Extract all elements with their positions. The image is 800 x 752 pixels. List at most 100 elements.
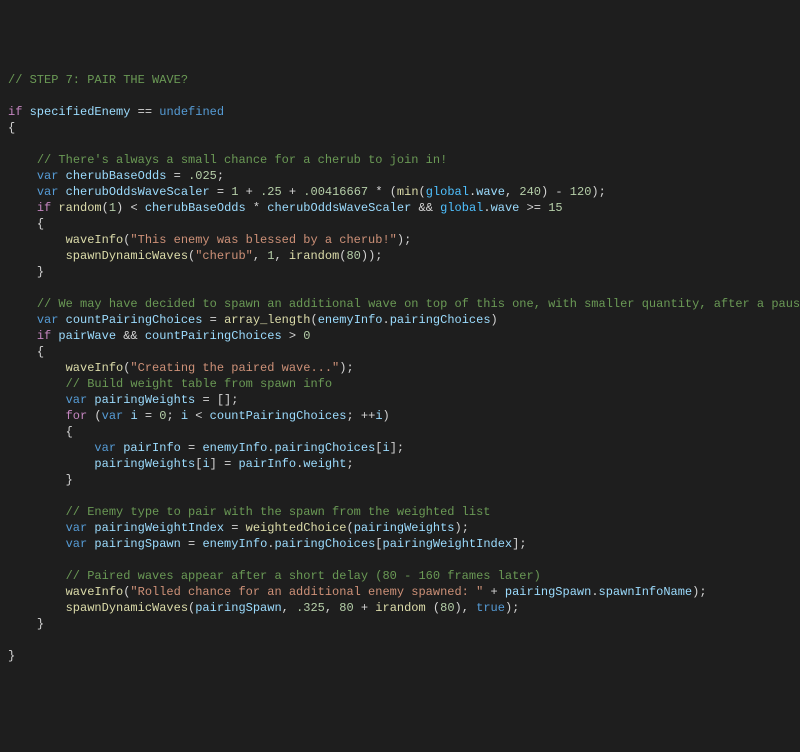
identifier: pairingWeightIndex [383, 537, 513, 551]
identifier: pairingWeights [94, 393, 195, 407]
function-waveInfo: waveInfo [66, 233, 124, 247]
number: 80 [339, 601, 353, 615]
function-waveInfo: waveInfo [66, 585, 124, 599]
identifier: pairingWeightIndex [94, 521, 224, 535]
property: pairingChoices [274, 441, 375, 455]
identifier: enemyInfo [202, 537, 267, 551]
number: 80 [346, 249, 360, 263]
operator: + [490, 585, 497, 599]
identifier: pairingSpawn [505, 585, 591, 599]
operator: * [375, 185, 382, 199]
number: 120 [570, 185, 592, 199]
operator: = [188, 441, 195, 455]
number: 0 [303, 329, 310, 343]
function-random: random [58, 201, 101, 215]
keyword-var: var [66, 521, 88, 535]
number: 80 [440, 601, 454, 615]
comment: // STEP 7: PAIR THE WAVE? [8, 73, 188, 87]
brace: { [66, 425, 73, 439]
identifier: countPairingChoices [145, 329, 282, 343]
identifier: pairingSpawn [195, 601, 281, 615]
property: wave [476, 185, 505, 199]
function-irandom: irandom [289, 249, 339, 263]
identifier: enemyInfo [202, 441, 267, 455]
identifier: pairWave [58, 329, 116, 343]
comment: // Build weight table from spawn info [66, 377, 332, 391]
number: 15 [548, 201, 562, 215]
operator: + [246, 185, 253, 199]
function-spawnDynamicWaves: spawnDynamicWaves [66, 249, 188, 263]
keyword-var: var [102, 409, 124, 423]
identifier: pairingWeights [354, 521, 455, 535]
operator: = [224, 457, 231, 471]
identifier: countPairingChoices [210, 409, 347, 423]
operator: = [231, 521, 238, 535]
identifier: pairingSpawn [94, 537, 180, 551]
number: .00416667 [303, 185, 368, 199]
true: true [476, 601, 505, 615]
code-block: // STEP 7: PAIR THE WAVE? if specifiedEn… [8, 72, 792, 664]
keyword-if: if [37, 329, 51, 343]
function-min: min [397, 185, 419, 199]
operator: >= [527, 201, 541, 215]
identifier: pairingWeights [94, 457, 195, 471]
number: 1 [231, 185, 238, 199]
function-spawnDynamicWaves: spawnDynamicWaves [66, 601, 188, 615]
identifier: cherubOddsWaveScaler [66, 185, 210, 199]
brace: } [66, 473, 73, 487]
undefined: undefined [159, 105, 224, 119]
keyword-var: var [66, 393, 88, 407]
operator: = [202, 393, 209, 407]
operator: ++ [361, 409, 375, 423]
keyword-var: var [37, 313, 59, 327]
string: "Creating the paired wave..." [130, 361, 339, 375]
string: "Rolled chance for an additional enemy s… [130, 585, 483, 599]
operator: * [253, 201, 260, 215]
identifier: i [130, 409, 137, 423]
comment: // We may have decided to spawn an addit… [37, 297, 800, 311]
operator: > [289, 329, 296, 343]
identifier: i [181, 409, 188, 423]
brace: { [37, 345, 44, 359]
function-array-length: array_length [224, 313, 310, 327]
keyword-var: var [37, 169, 59, 183]
operator: < [195, 409, 202, 423]
keyword-var: var [37, 185, 59, 199]
brace: } [37, 265, 44, 279]
keyword-var: var [94, 441, 116, 455]
property: pairingChoices [274, 537, 375, 551]
string: "This enemy was blessed by a cherub!" [130, 233, 396, 247]
function-irandom: irandom [375, 601, 425, 615]
operator: - [555, 185, 562, 199]
function-waveInfo: waveInfo [66, 361, 124, 375]
function-weightedChoice: weightedChoice [246, 521, 347, 535]
brace: } [8, 649, 15, 663]
operator: + [289, 185, 296, 199]
operator: = [188, 537, 195, 551]
brace: { [37, 217, 44, 231]
identifier: enemyInfo [318, 313, 383, 327]
number: 240 [519, 185, 541, 199]
number: .25 [260, 185, 282, 199]
comment: // There's always a small chance for a c… [37, 153, 447, 167]
brace: } [37, 617, 44, 631]
string: "cherub" [195, 249, 253, 263]
property: weight [303, 457, 346, 471]
identifier: pairInfo [238, 457, 296, 471]
keyword-for: for [66, 409, 88, 423]
operator: && [419, 201, 433, 215]
operator: = [174, 169, 181, 183]
identifier: specifiedEnemy [30, 105, 131, 119]
global: global [440, 201, 483, 215]
identifier: cherubBaseOdds [145, 201, 246, 215]
property: pairingChoices [390, 313, 491, 327]
number: .025 [188, 169, 217, 183]
operator: + [361, 601, 368, 615]
identifier: cherubOddsWaveScaler [267, 201, 411, 215]
identifier: i [383, 441, 390, 455]
identifier: i [375, 409, 382, 423]
keyword-var: var [66, 537, 88, 551]
identifier: countPairingChoices [66, 313, 203, 327]
property: spawnInfoName [599, 585, 693, 599]
operator: < [130, 201, 137, 215]
